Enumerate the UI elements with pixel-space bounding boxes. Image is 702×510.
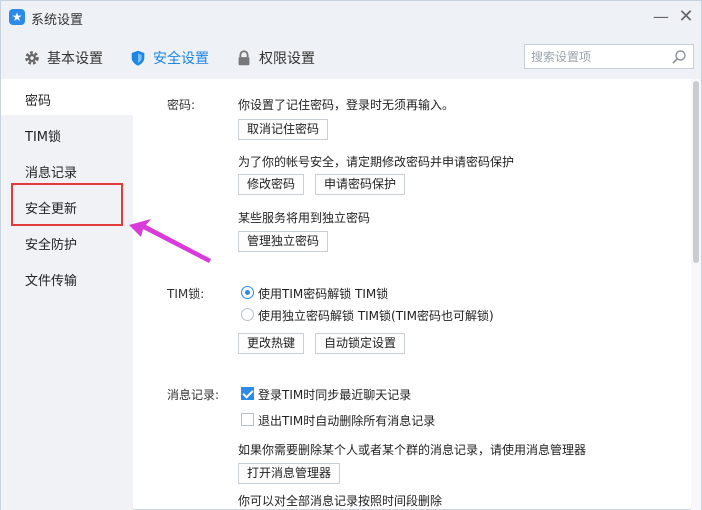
close-button[interactable]: ✕ [676,7,696,27]
settings-content: 密码: 你设置了记住密码，登录时无须再输入。 取消记住密码 为了你的帐号安全，请… [133,79,691,510]
password-section-label: 密码: [167,98,196,112]
auto-delete-records-checkbox[interactable] [241,413,254,426]
gear-icon [25,51,39,65]
password-protect-text: 为了你的帐号安全，请定期修改密码并申请密码保护 [238,155,515,169]
sidebar-item-file-transfer[interactable]: 文件传输 [25,270,77,289]
cancel-remember-password-button[interactable]: 取消记住密码 [238,119,329,140]
change-hotkey-button[interactable]: 更改热键 [238,333,305,354]
message-manager-hint: 如果你需要删除某个人或者某个群的消息记录，请使用消息管理器 [238,443,587,457]
highlight-box [11,183,123,226]
manage-standalone-password-button[interactable]: 管理独立密码 [238,231,329,252]
tab-basic-settings[interactable]: 基本设置 [23,47,103,69]
timlock-option-standalone-password: 使用独立密码解锁 TIM锁(TIM密码也可解锁) [258,309,494,323]
delete-by-time-text: 你可以对全部消息记录按照时间段删除 [238,494,443,508]
timlock-radio-standalone-password[interactable] [241,308,254,321]
sidebar-item-messages[interactable]: 消息记录 [25,162,77,181]
sync-recent-chats-checkbox[interactable] [241,387,254,400]
minimize-button[interactable]: — [651,7,671,27]
sync-recent-chats-text: 登录TIM时同步最近聊天记录 [258,388,412,402]
window-title: 系统设置 [31,13,84,28]
title-bar: ★ 系统设置 — ✕ [1,1,701,35]
apply-password-protect-button[interactable]: 申请密码保护 [315,174,406,195]
sidebar-selected-bg [1,79,133,115]
sidebar-item-timlock[interactable]: TIM锁 [25,126,61,145]
sidebar-item-security-protection[interactable]: 安全防护 [25,234,77,253]
settings-window: ★ 系统设置 — ✕ 基本设置 安全设置 权限设置 搜索设置项 密码 TIM锁 … [0,0,702,510]
search-input[interactable] [531,45,669,68]
sidebar [1,79,133,510]
tab-basic-settings-label: 基本设置 [47,51,103,67]
auto-lock-settings-button[interactable]: 自动锁定设置 [315,333,406,354]
search-icon[interactable] [671,49,687,65]
tab-security-settings-label: 安全设置 [153,51,209,67]
app-star-icon: ★ [9,9,25,25]
timlock-option-tim-password: 使用TIM密码解锁 TIM锁 [258,287,389,301]
sidebar-item-password[interactable]: 密码 [25,90,51,109]
timlock-radio-tim-password[interactable] [241,286,254,299]
timlock-section-label: TIM锁: [167,287,205,301]
messages-section-label: 消息记录: [167,388,220,402]
change-password-button[interactable]: 修改密码 [238,174,305,195]
tab-security-settings[interactable]: 安全设置 [129,47,209,69]
auto-delete-records-text: 退出TIM时自动删除所有消息记录 [258,414,436,428]
scrollbar-thumb[interactable] [693,81,699,263]
shield-icon [131,50,145,66]
remember-password-text: 你设置了记住密码，登录时无须再输入。 [238,98,455,112]
lock-icon [238,50,250,66]
standalone-password-text: 某些服务将用到独立密码 [238,211,371,225]
search-box [524,44,694,69]
tab-permission-settings[interactable]: 权限设置 [235,47,315,69]
tab-permission-settings-label: 权限设置 [259,51,315,67]
open-message-manager-button[interactable]: 打开消息管理器 [238,463,341,484]
